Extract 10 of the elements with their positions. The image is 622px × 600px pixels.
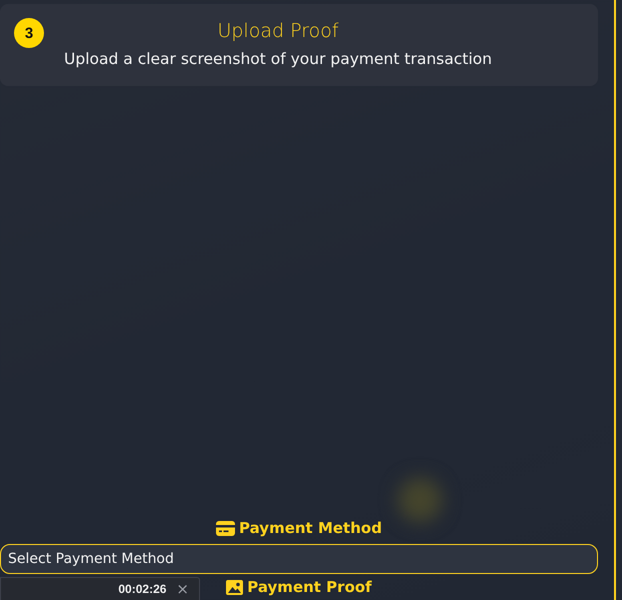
payment-method-heading: Payment Method [239,519,382,537]
step-number-badge: 3 [14,18,44,48]
step-title: Upload Proof [217,19,339,43]
credit-card-icon [216,520,236,536]
payment-proof-heading: Payment Proof [247,578,372,596]
close-button[interactable]: × [174,581,191,597]
image-icon [226,580,244,594]
step-subtitle: Upload a clear screenshot of your payment transaction [64,49,492,69]
timer-text: 00:02:26 [118,582,166,596]
payment-method-select[interactable]: Select Payment Method [0,544,598,574]
